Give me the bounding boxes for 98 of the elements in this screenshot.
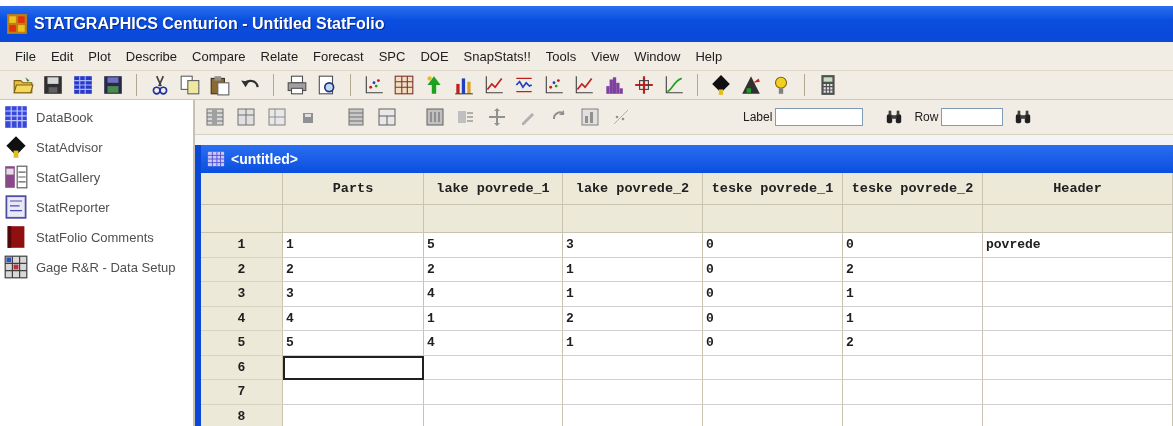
sidebar-item[interactable]: DataBook	[36, 109, 94, 125]
row-header[interactable]: 2	[201, 257, 283, 282]
sidebar-item[interactable]: StatReporter	[36, 199, 110, 215]
columns-icon[interactable]	[236, 107, 256, 127]
grid-icon[interactable]	[72, 74, 94, 96]
rows-icon[interactable]	[346, 107, 366, 127]
printer-icon[interactable]	[286, 74, 308, 96]
selected-cell[interactable]	[283, 355, 424, 380]
table-cell: 2	[843, 257, 983, 282]
chart-grid-icon[interactable]	[580, 107, 600, 127]
table-icon[interactable]	[393, 74, 415, 96]
table-cell: 0	[703, 331, 843, 356]
menu-item[interactable]: Relate	[253, 46, 307, 66]
menu-item[interactable]: Describe	[118, 46, 186, 66]
row-header[interactable]: 8	[201, 404, 283, 426]
field-label: Row	[914, 110, 939, 124]
table-cell: 0	[843, 233, 983, 258]
binoculars-icon[interactable]	[885, 108, 904, 126]
table-cell: 2	[424, 257, 563, 282]
floppy-icon[interactable]	[102, 74, 124, 96]
table-cell: 4	[283, 306, 424, 331]
row-header[interactable]: 3	[201, 282, 283, 307]
menu-item[interactable]: SPC	[371, 46, 414, 66]
menu-item[interactable]: File	[8, 46, 44, 66]
column-header[interactable]: teske povrede_1	[703, 173, 843, 205]
scatter-chart-icon[interactable]	[543, 74, 565, 96]
table-cell: 4	[424, 282, 563, 307]
menu-item[interactable]: Compare	[185, 46, 254, 66]
diamond-icon[interactable]	[710, 74, 732, 96]
sidebar-item[interactable]: StatFolio Comments	[36, 229, 154, 245]
menu-item[interactable]: Window	[627, 46, 689, 66]
table-cell: 2	[563, 306, 703, 331]
grid-icon	[207, 150, 225, 168]
save-icon[interactable]	[42, 74, 64, 96]
gallery-icon[interactable]	[4, 165, 28, 189]
document-icon[interactable]	[4, 195, 28, 219]
sidebar-item[interactable]: StatGallery	[36, 169, 101, 185]
line-chart-icon[interactable]	[483, 74, 505, 96]
menu-item[interactable]: Help	[688, 46, 731, 66]
table-cell: 3	[283, 282, 424, 307]
field-label: Label	[743, 110, 773, 124]
menu-item[interactable]: Plot	[81, 46, 119, 66]
paste-icon[interactable]	[209, 74, 231, 96]
window-title: STATGRAPHICS Centurion - Untitled StatFolio	[34, 15, 385, 33]
column-icon[interactable]	[205, 107, 225, 127]
sidebar-item[interactable]: StatAdvisor	[36, 139, 103, 155]
menu-item[interactable]: SnapStats!!	[456, 46, 539, 66]
table-cell: 0	[703, 257, 843, 282]
table-cell: 1	[563, 257, 703, 282]
table-cell: 1	[563, 331, 703, 356]
gage-grid-icon[interactable]	[4, 255, 28, 279]
grid-icon[interactable]	[4, 105, 28, 129]
window-title: <untitled>	[231, 151, 298, 167]
table-icon[interactable]	[377, 107, 397, 127]
column-header[interactable]: lake povrede_1	[424, 173, 563, 205]
diamond-icon[interactable]	[4, 135, 28, 159]
histogram-icon[interactable]	[603, 74, 625, 96]
menu-item[interactable]: Forecast	[306, 46, 372, 66]
table-cell: 5	[283, 331, 424, 356]
app-icon	[6, 13, 28, 35]
label-field[interactable]	[775, 108, 864, 126]
row-header[interactable]: 7	[201, 380, 283, 405]
menu-item[interactable]: DOE	[413, 46, 457, 66]
row-header[interactable]: 1	[201, 233, 283, 258]
column-header[interactable]: Header	[983, 173, 1173, 205]
column-header[interactable]: Parts	[283, 173, 424, 205]
table-cell: povrede	[983, 233, 1173, 258]
table-cell: 2	[283, 257, 424, 282]
binoculars-icon[interactable]	[1014, 108, 1033, 126]
line-chart-icon[interactable]	[573, 74, 595, 96]
curve-chart-icon[interactable]	[663, 74, 685, 96]
table-cell: 1	[563, 282, 703, 307]
column-header[interactable]: lake povrede_2	[563, 173, 703, 205]
menu-item[interactable]: View	[584, 46, 628, 66]
row-header[interactable]: 4	[201, 306, 283, 331]
table-cell: 4	[424, 331, 563, 356]
scatter-chart-icon[interactable]	[363, 74, 385, 96]
table-cell: 2	[843, 331, 983, 356]
crosshair-chart-icon[interactable]	[633, 74, 655, 96]
triangle-icon[interactable]	[740, 74, 762, 96]
move-icon[interactable]	[487, 107, 507, 127]
table-cell: 1	[283, 233, 424, 258]
table-cell: 1	[843, 282, 983, 307]
row-field[interactable]	[941, 108, 1004, 126]
row-header[interactable]: 6	[201, 355, 283, 380]
table-cell: 3	[563, 233, 703, 258]
row-header[interactable]: 5	[201, 331, 283, 356]
sidebar-item[interactable]: Gage R&R - Data Setup	[36, 259, 176, 275]
table-cell: 0	[703, 233, 843, 258]
table-cell: 0	[703, 306, 843, 331]
menu-item[interactable]: Tools	[538, 46, 585, 66]
table-cell: 0	[703, 282, 843, 307]
copy-icon[interactable]	[179, 74, 201, 96]
menu-item[interactable]: Edit	[43, 46, 82, 66]
column-header[interactable]: teske povrede_2	[843, 173, 983, 205]
table-cell: 1	[843, 306, 983, 331]
table-cell: 5	[424, 233, 563, 258]
table-cell: 1	[424, 306, 563, 331]
